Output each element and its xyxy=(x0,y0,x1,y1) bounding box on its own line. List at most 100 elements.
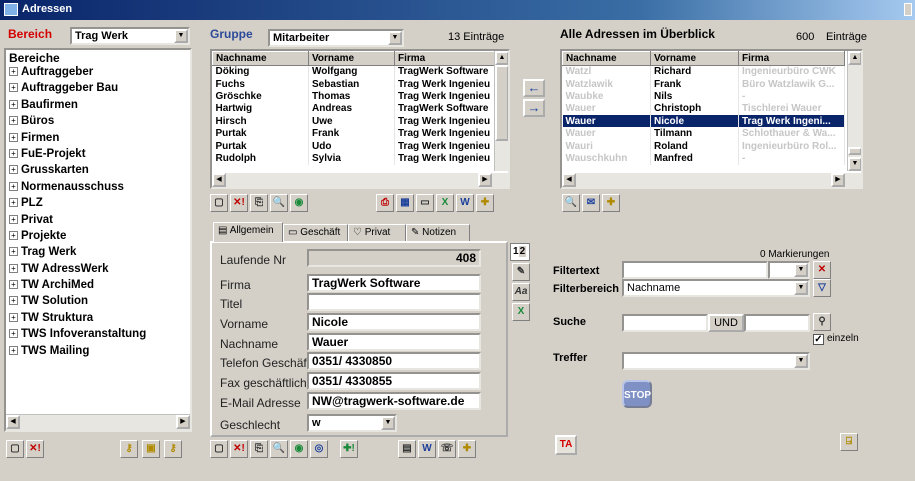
expand-icon[interactable]: + xyxy=(9,67,18,76)
add-user-icon[interactable]: ✚ xyxy=(458,440,476,458)
tab-notizen[interactable]: ✎ Notizen xyxy=(406,224,470,242)
filterbereich-select[interactable]: Nachname ▼ xyxy=(622,279,810,297)
edit-note-icon[interactable]: ✎ xyxy=(512,263,530,281)
word-icon[interactable]: W xyxy=(456,194,474,212)
tree-item[interactable]: + FuE-Projekt xyxy=(6,148,190,164)
map-icon[interactable]: ◎ xyxy=(310,440,328,458)
table-row[interactable]: Hirsch Uwe Trag Werk Ingenieu xyxy=(212,115,495,128)
treffer-select[interactable]: ▼ xyxy=(622,352,810,370)
expand-icon[interactable]: + xyxy=(9,230,18,240)
preview-icon[interactable]: 🔍 xyxy=(270,440,288,458)
vertical-scrollbar[interactable]: ▲ ▼ xyxy=(847,51,861,171)
table-row[interactable]: Wauri Roland Ingenieurbüro Rol... xyxy=(562,139,845,153)
gruppe-table[interactable]: Nachname Vorname Firma Döking Wolfgang TragW… xyxy=(210,49,510,189)
expand-icon[interactable]: + xyxy=(9,132,18,142)
scroll-right-icon[interactable]: ▶ xyxy=(831,173,845,187)
table-row[interactable]: Purtak Frank Trag Werk Ingenieu xyxy=(212,127,495,140)
calculator-icon[interactable]: ▦ xyxy=(396,194,414,212)
table-row[interactable]: Wauer Christoph Tischlerei Wauer xyxy=(562,102,845,116)
einzeln-checkbox[interactable]: ✓ xyxy=(813,334,824,345)
page-switch[interactable]: 12 xyxy=(510,243,530,261)
expand-icon[interactable]: + xyxy=(9,329,18,339)
suche-field-2[interactable] xyxy=(744,314,810,332)
tree-item[interactable]: + PLZ xyxy=(6,197,190,213)
scroll-left-icon[interactable]: ◀ xyxy=(6,415,20,429)
expand-icon[interactable]: + xyxy=(9,99,18,109)
vorname-field[interactable]: Nicole xyxy=(307,313,481,331)
vertical-scrollbar[interactable]: ▲ xyxy=(494,51,508,171)
contacts-icon[interactable]: ☏ xyxy=(438,440,456,458)
move-right-button[interactable]: → xyxy=(523,99,545,117)
tree-item[interactable]: + TW ArchiMed xyxy=(6,279,190,295)
table-row[interactable]: Gröschke Thomas Trag Werk Ingenieu xyxy=(212,90,495,103)
tree-item[interactable]: + Grusskarten xyxy=(6,164,190,180)
binoculars-icon[interactable]: ⚲ xyxy=(813,313,831,331)
firma-field[interactable]: TragWerk Software xyxy=(307,274,481,292)
ta-button[interactable]: TA xyxy=(555,435,577,455)
key-remove-icon[interactable]: ⚷ xyxy=(164,440,182,458)
folder-key-icon[interactable]: ▣ xyxy=(142,440,160,458)
tree-item[interactable]: + Baufirmen xyxy=(6,99,190,115)
tree-item[interactable]: + Trag Werk xyxy=(6,246,190,262)
add-user-icon[interactable]: ✚ xyxy=(476,194,494,212)
table-row[interactable]: Hartwig Andreas TragWerk Software xyxy=(212,102,495,116)
horizontal-scrollbar[interactable]: ◀ ▶ xyxy=(562,173,861,187)
all-addresses-table[interactable]: Nachname Vorname Firma Watzl Richard Ingenie… xyxy=(560,49,863,189)
tab-geschaeft[interactable]: ▭ Geschäft xyxy=(283,224,348,242)
stop-button[interactable]: STOP xyxy=(622,380,652,408)
telefon-field[interactable]: 0351/ 4330850 xyxy=(307,352,481,370)
scroll-up-icon[interactable]: ▲ xyxy=(495,51,508,65)
globe-icon[interactable]: ◉ xyxy=(290,194,308,212)
move-left-button[interactable]: ← xyxy=(523,79,545,97)
key-icon[interactable]: ⚷ xyxy=(120,440,138,458)
copy-icon[interactable]: ⎘ xyxy=(250,440,268,458)
suche-field-1[interactable] xyxy=(622,314,708,332)
horizontal-scrollbar[interactable]: ◀ ▶ xyxy=(212,173,508,187)
column-header[interactable]: Nachname xyxy=(212,51,309,66)
table-row[interactable]: Wauer Tilmann Schlothauer & Wa... xyxy=(562,127,845,140)
table-row[interactable]: Purtak Udo Trag Werk Ingenieu xyxy=(212,139,495,153)
chevron-down-icon[interactable]: ▼ xyxy=(794,354,808,368)
funnel-icon[interactable]: ▽ xyxy=(813,279,831,297)
card-icon[interactable]: ▭ xyxy=(416,194,434,212)
tree-item[interactable]: + TW Solution xyxy=(6,295,190,311)
scroll-thumb[interactable] xyxy=(495,65,508,141)
page-1[interactable]: 1 xyxy=(511,246,519,257)
mail-icon[interactable]: ✉ xyxy=(582,194,600,212)
column-header[interactable]: Firma xyxy=(394,51,495,66)
tree-item[interactable]: + Firmen xyxy=(6,132,190,148)
tab-privat[interactable]: ♡ Privat xyxy=(348,224,406,242)
expand-icon[interactable]: + xyxy=(9,165,18,175)
chevron-down-icon[interactable]: ▼ xyxy=(174,29,188,43)
scroll-right-icon[interactable]: ▶ xyxy=(176,415,190,429)
excel-icon[interactable]: X xyxy=(436,194,454,212)
geschlecht-select[interactable]: w ▼ xyxy=(307,414,397,432)
preview-icon[interactable]: 🔍 xyxy=(270,194,288,212)
expand-icon[interactable]: + xyxy=(9,83,18,93)
horizontal-scrollbar[interactable]: ◀ ▶ xyxy=(6,414,190,430)
tree-item[interactable]: + Normenausschuss xyxy=(6,181,190,197)
expand-icon[interactable]: + xyxy=(9,214,18,224)
add-user-icon[interactable]: ✚ xyxy=(602,194,620,212)
tree-item[interactable]: + TWS Infoveranstaltung xyxy=(6,328,190,344)
expand-icon[interactable]: + xyxy=(9,296,18,306)
email-field[interactable]: NW@tragwerk-software.de xyxy=(307,392,481,410)
tree-item[interactable]: + Privat xyxy=(6,214,190,230)
word-icon[interactable]: W xyxy=(418,440,436,458)
expand-icon[interactable]: + xyxy=(9,263,18,273)
globe-icon[interactable]: ◉ xyxy=(290,440,308,458)
preview-icon[interactable]: 🔍 xyxy=(562,194,580,212)
new-doc-button[interactable]: ▢ xyxy=(6,440,24,458)
tree-item[interactable]: + TW AdressWerk xyxy=(6,263,190,279)
expand-icon[interactable]: + xyxy=(9,280,18,290)
clipboard-icon[interactable]: ▤ xyxy=(398,440,416,458)
expand-icon[interactable]: + xyxy=(9,247,18,257)
chevron-down-icon[interactable]: ▼ xyxy=(794,263,808,277)
nachname-field[interactable]: Wauer xyxy=(307,333,481,351)
delete-button[interactable]: ✕! xyxy=(230,440,248,458)
font-icon[interactable]: Aa xyxy=(512,283,530,301)
column-header[interactable]: Vorname xyxy=(308,51,395,66)
table-row[interactable]: Rudolph Sylvia Trag Werk Ingenieu xyxy=(212,152,495,165)
tree-item[interactable]: + TW Struktura xyxy=(6,312,190,328)
gruppe-select[interactable]: Mitarbeiter ▼ xyxy=(268,29,404,47)
